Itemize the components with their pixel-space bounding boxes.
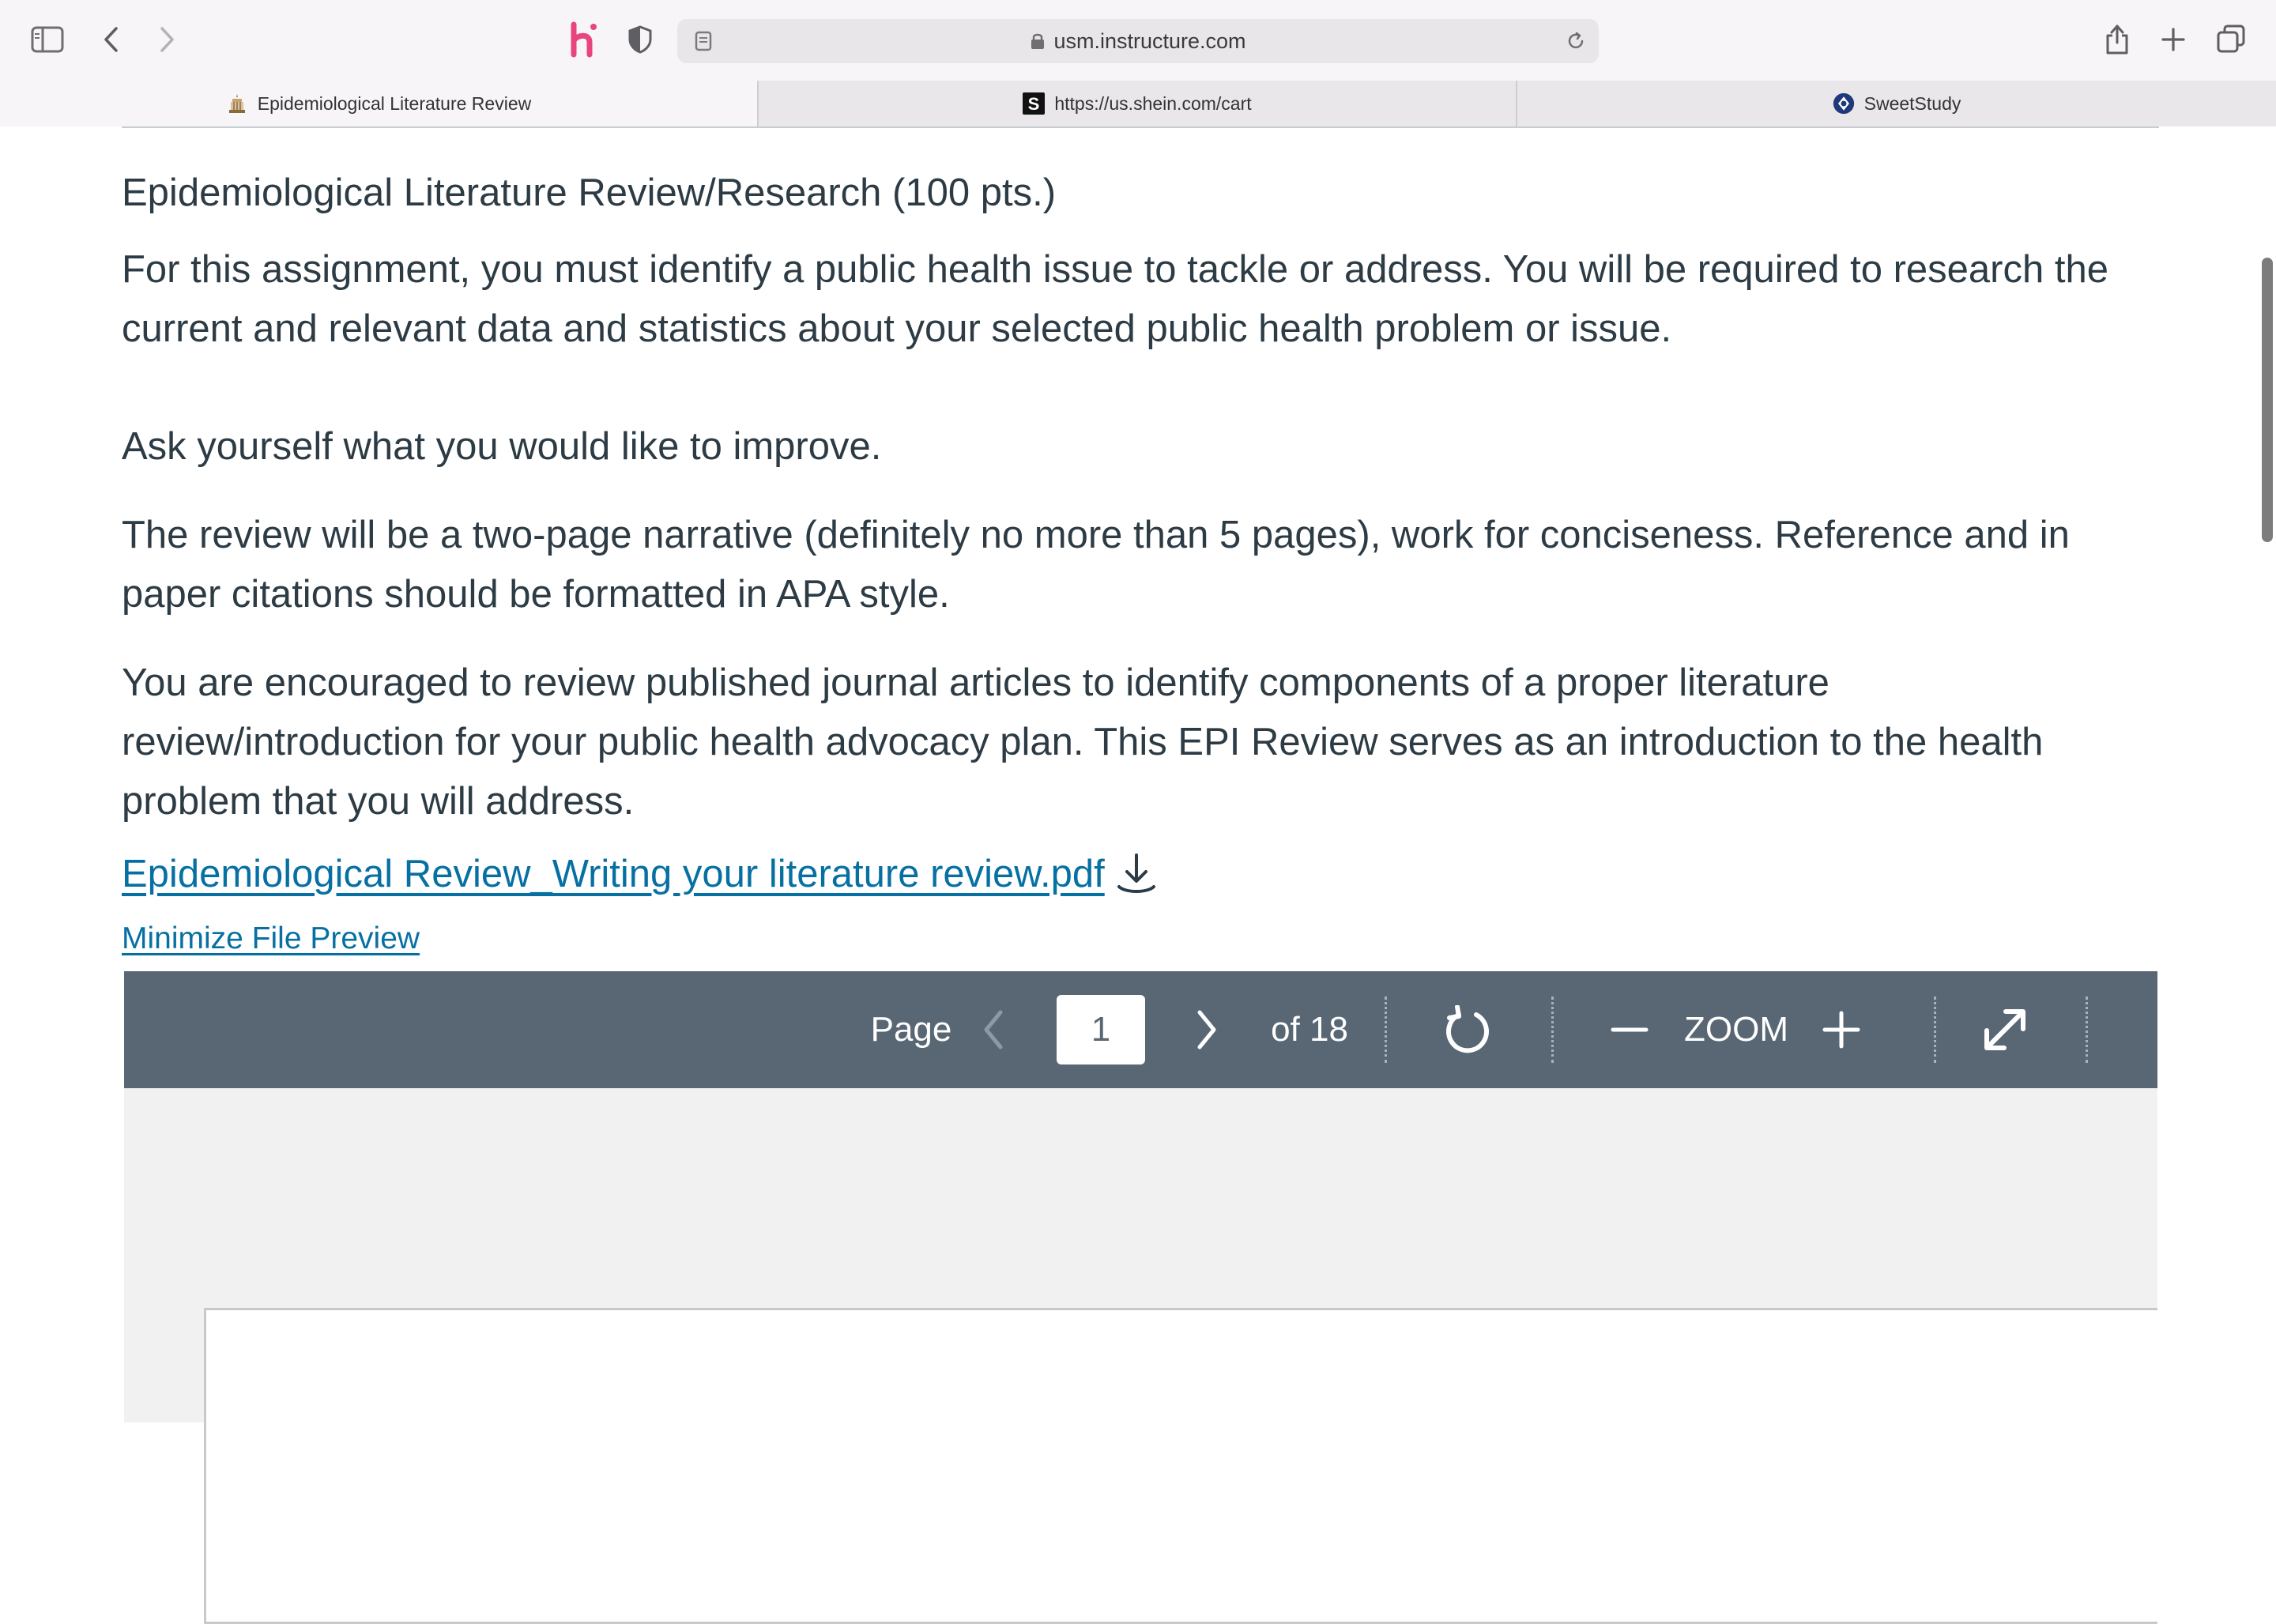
pdf-file-link[interactable]: Epidemiological Review_Writing your lite… (122, 852, 1157, 896)
tab-label: SweetStudy (1863, 92, 1961, 114)
tab-sweetstudy[interactable]: SweetStudy (1517, 81, 2276, 126)
assignment-title: Epidemiological Literature Review/Resear… (122, 171, 1057, 214)
lock-icon (1031, 33, 1045, 49)
zoom-out-button[interactable] (1602, 971, 1657, 1088)
tab-epidemiological-literature-review[interactable]: Epidemiological Literature Review (0, 81, 757, 126)
toolbar-divider (1934, 997, 1936, 1063)
forward-icon[interactable] (153, 24, 180, 55)
download-icon[interactable] (1116, 852, 1157, 896)
pdf-page-canvas (204, 1308, 2157, 1624)
page-number-input[interactable]: 1 (1057, 995, 1145, 1064)
sweetstudy-icon (1833, 92, 1855, 115)
rotate-icon (1446, 1005, 1489, 1053)
share-icon[interactable] (2102, 21, 2132, 57)
paragraph-instructions: For this assignment, you must identify a… (122, 248, 2108, 350)
back-icon[interactable] (98, 24, 125, 55)
toolbar-divider (1385, 997, 1387, 1063)
chevron-right-icon (1197, 1010, 1216, 1049)
tab-overview-icon[interactable] (2214, 22, 2248, 55)
tab-label: https://us.shein.com/cart (1054, 92, 1252, 114)
plus-icon (1822, 1011, 1860, 1049)
tab-shein-cart[interactable]: S https://us.shein.com/cart (759, 81, 1516, 126)
page-label-text: Page (870, 1010, 952, 1049)
minimize-file-preview-link[interactable]: Minimize File Preview (122, 921, 420, 956)
pdf-file-link-text[interactable]: Epidemiological Review_Writing your lite… (122, 852, 1105, 896)
address-bar[interactable]: usm.instructure.com (677, 19, 1599, 63)
rotate-button[interactable] (1436, 971, 1499, 1088)
pdf-viewer-toolbar: Page 1 of 18 ZOOM (124, 971, 2157, 1088)
paragraph-length: The review will be a two-page narrative … (122, 514, 2070, 616)
vertical-scrollbar[interactable] (2262, 258, 2273, 542)
new-tab-icon[interactable] (2157, 24, 2189, 55)
fullscreen-button[interactable] (1973, 971, 2037, 1088)
privacy-shield-icon[interactable] (624, 24, 656, 55)
zoom-in-button[interactable] (1814, 971, 1869, 1088)
toolbar-divider (2086, 997, 2088, 1063)
reload-icon[interactable] (1564, 30, 1588, 52)
honey-extension-icon[interactable] (566, 21, 601, 58)
url-display: usm.instructure.com (677, 19, 1599, 63)
shein-s-icon: S (1023, 92, 1046, 115)
chevron-left-icon (984, 1010, 1003, 1049)
paragraph-journals: You are encouraged to review published j… (122, 661, 2044, 823)
expand-icon (1984, 1009, 2025, 1050)
canvas-icon (226, 92, 248, 115)
page-content: Epidemiological Literature Review/Resear… (0, 126, 2276, 1624)
toolbar-divider (1551, 997, 1554, 1063)
paragraph-improve: Ask yourself what you would like to impr… (122, 425, 882, 468)
zoom-label: ZOOM (1673, 971, 1799, 1088)
zoom-label-text: ZOOM (1684, 1010, 1788, 1049)
sidebar-icon[interactable] (30, 24, 65, 55)
tab-bar: Epidemiological Literature Review S http… (0, 81, 2276, 126)
svg-text:S: S (1028, 94, 1040, 114)
url-text: usm.instructure.com (1053, 28, 1246, 53)
browser-toolbar: usm.instructure.com (0, 0, 2276, 81)
page-total-text: of 18 (1271, 1010, 1348, 1049)
page-label: Page (864, 971, 959, 1088)
pdf-viewer: Page 1 of 18 ZOOM (124, 971, 2157, 1624)
previous-page-button[interactable] (970, 971, 1017, 1088)
minus-icon (1611, 1027, 1649, 1032)
tab-label: Epidemiological Literature Review (257, 92, 532, 114)
page-total: of 18 (1254, 971, 1365, 1088)
next-page-button[interactable] (1183, 971, 1230, 1088)
divider (122, 126, 2159, 128)
